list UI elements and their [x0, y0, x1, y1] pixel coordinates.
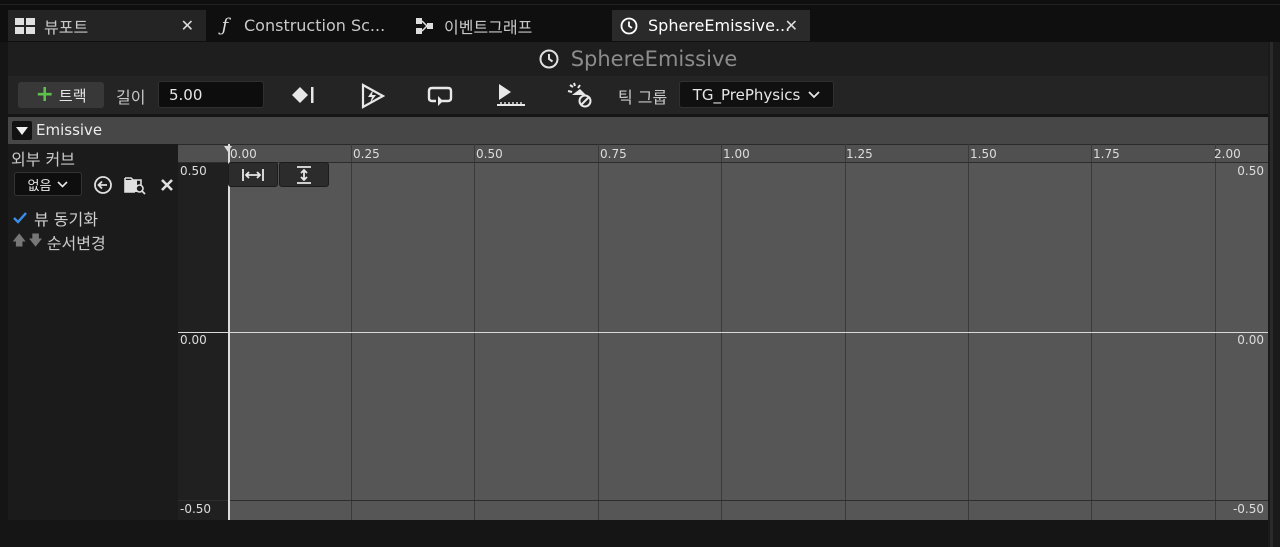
use-last-keyframe-icon[interactable] — [494, 82, 528, 110]
viewport-grid-icon — [14, 15, 36, 37]
tab-construction-script[interactable]: ƒ Construction Sc... — [214, 10, 400, 41]
tab-viewport[interactable]: 뷰포트 ✕ — [8, 10, 206, 41]
scrollbar-track — [1270, 42, 1273, 547]
y-axis-label: 0.50 — [180, 164, 207, 178]
y-axis-label: -0.50 — [1232, 502, 1264, 516]
sync-view-checkbox[interactable] — [12, 210, 28, 226]
x-tick-label: 1.75 — [1093, 147, 1120, 161]
use-selected-asset-icon[interactable] — [92, 174, 114, 196]
plus-icon: + — [35, 82, 54, 107]
timeline-clock-icon — [539, 49, 559, 69]
timeline-clock-icon — [618, 15, 640, 37]
reorder-row[interactable]: 🡅 🡇 순서변경 — [12, 230, 106, 254]
grid-line — [178, 500, 1268, 501]
add-track-label: 트랙 — [58, 86, 87, 105]
tab-bar-top-line — [0, 4, 1280, 5]
sync-view-label: 뷰 동기화 — [34, 210, 98, 229]
add-track-button[interactable]: + 트랙 — [18, 82, 104, 108]
playhead-line[interactable] — [228, 144, 230, 520]
move-up-icon[interactable]: 🡅 — [12, 230, 26, 254]
y-axis-label: 0.00 — [1237, 333, 1264, 347]
browse-asset-icon[interactable] — [124, 174, 146, 196]
document-tab-bar: 뷰포트 ✕ ƒ Construction Sc... 이벤트그래프 Sphere… — [0, 0, 1280, 42]
x-tick-label: 0.50 — [476, 147, 503, 161]
x-tick-label: 0.00 — [230, 147, 257, 161]
y-axis-label: 0.50 — [1237, 164, 1264, 178]
clear-icon[interactable] — [156, 174, 178, 196]
length-input[interactable]: 5.00 — [158, 81, 264, 108]
loop-icon[interactable] — [426, 83, 456, 109]
move-down-icon[interactable]: 🡇 — [28, 230, 42, 254]
external-curve-label: 외부 커브 — [11, 150, 75, 169]
page-title: SphereEmissive — [570, 47, 738, 71]
x-tick-label: 2.00 — [1214, 147, 1241, 161]
x-tick-label: 1.00 — [723, 147, 750, 161]
tick-group-label: 틱 그룹 — [618, 88, 668, 107]
x-tick-label: 1.25 — [846, 147, 873, 161]
autoplay-icon[interactable] — [358, 83, 386, 109]
fit-horizontal-button[interactable] — [228, 162, 278, 187]
tab-label: 이벤트그래프 — [444, 17, 533, 37]
replicated-icon[interactable] — [564, 81, 596, 111]
close-icon[interactable]: ✕ — [785, 16, 798, 35]
tab-label: Construction Sc... — [244, 16, 386, 35]
close-icon[interactable]: ✕ — [181, 16, 194, 35]
chevron-down-icon — [808, 90, 820, 99]
y-axis-label: -0.50 — [180, 502, 212, 516]
curve-graph[interactable]: 0.00 0.25 0.50 0.75 1.00 1.25 1.50 1.75 … — [178, 144, 1268, 520]
tick-group-dropdown[interactable]: TG_PrePhysics — [679, 81, 834, 108]
track-options-panel: 외부 커브 없음 뷰 동기화 🡅 🡇 순서변경 — [8, 144, 178, 520]
keyframe-autokey-icon[interactable] — [288, 84, 318, 106]
length-label: 길이 — [116, 88, 146, 107]
x-tick-label: 0.75 — [600, 147, 627, 161]
chevron-down-icon — [57, 180, 69, 188]
x-tick-label: 1.50 — [970, 147, 997, 161]
y-axis-label: 0.00 — [180, 333, 207, 347]
reorder-label: 순서변경 — [46, 234, 106, 253]
tab-timeline[interactable]: SphereEmissive... ✕ — [612, 10, 810, 41]
grid-line — [178, 162, 1268, 163]
tab-event-graph[interactable]: 이벤트그래프 — [414, 10, 604, 41]
zero-line — [178, 332, 1268, 333]
function-icon: ƒ — [221, 15, 229, 36]
timeline-toolbar: + 트랙 길이 5.00 틱 그룹 TG_PrePhysics — [8, 76, 1268, 114]
right-scrollbar[interactable] — [1268, 42, 1280, 547]
fit-horizontal-icon — [241, 167, 265, 183]
collapse-triangle-icon[interactable] — [12, 121, 32, 140]
event-graph-icon — [414, 15, 436, 37]
track-name: Emissive — [36, 121, 103, 139]
track-header[interactable]: Emissive — [8, 117, 1268, 144]
x-tick-label: 0.25 — [353, 147, 380, 161]
timeline-title-bar: SphereEmissive — [8, 42, 1268, 76]
tab-label: 뷰포트 — [44, 17, 89, 37]
playhead-marker[interactable] — [224, 146, 232, 152]
external-curve-value: 없음 — [27, 178, 52, 194]
external-curve-dropdown[interactable]: 없음 — [14, 172, 82, 196]
sync-view-row[interactable]: 뷰 동기화 — [12, 206, 98, 230]
tick-group-value: TG_PrePhysics — [692, 85, 801, 104]
fit-vertical-button[interactable] — [279, 162, 329, 187]
fit-vertical-icon — [295, 165, 313, 185]
tab-label: SphereEmissive... — [648, 16, 791, 35]
